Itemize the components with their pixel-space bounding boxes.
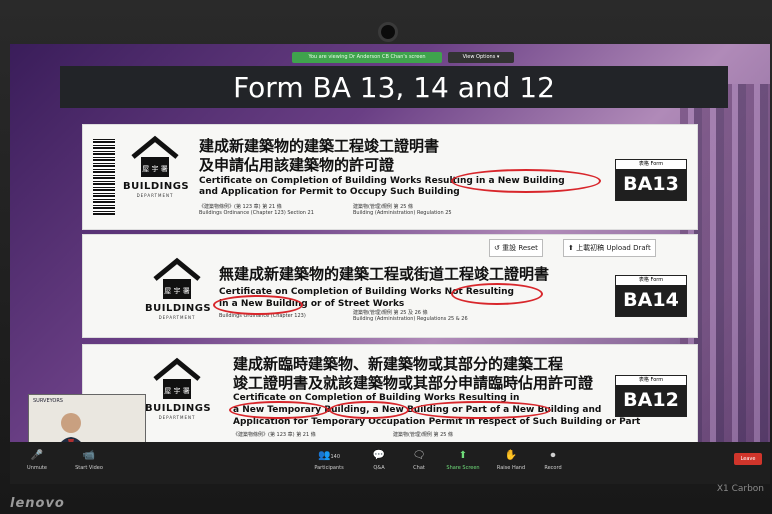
- upload-draft-button[interactable]: ⬆ 上載初稿 Upload Draft: [563, 239, 656, 257]
- share-screen-icon: ⬆: [458, 450, 468, 461]
- form-code: BA13: [616, 169, 686, 200]
- red-highlight-circle: [451, 283, 543, 305]
- share-screen-button[interactable]: ⬆ Share Screen: [440, 450, 486, 471]
- ref-cn-right: 建築物(管理)規例 第 25 條: [353, 204, 414, 210]
- buildings-department-logo: 屋 宇 署 BUILDINGS DEPARTMENT: [123, 135, 189, 205]
- form-card-ba14: ↺ 重設 Reset ⬆ 上載初稿 Upload Draft 屋 宇 署 BUI…: [82, 234, 698, 338]
- form-code-badge: 表格 Form BA13: [615, 159, 687, 201]
- form-title-cn-2: 及申請佔用該建築物的許可證: [199, 156, 395, 174]
- reset-button[interactable]: ↺ 重設 Reset: [489, 239, 543, 257]
- form-title-cn-2: 竣工證明書及就該建築物或其部分申請臨時佔用許可證: [233, 374, 594, 392]
- red-highlight-circle: [229, 401, 329, 419]
- form-card-ba12: 屋 宇 署 BUILDINGS DEPARTMENT 建成新臨時建築物、新建築物…: [82, 344, 698, 456]
- start-video-button[interactable]: 📹 Start Video: [66, 450, 112, 471]
- red-highlight-circle: [329, 401, 409, 419]
- raise-hand-button[interactable]: ✋ Raise Hand: [488, 450, 534, 471]
- form-code: BA12: [616, 385, 686, 416]
- ref-cn-right: 建築物(管理)規例 第 25 條: [393, 432, 454, 438]
- leave-button[interactable]: Leave: [734, 453, 762, 465]
- chat-icon: 🗨: [412, 450, 426, 461]
- upload-icon: ⬆: [568, 244, 577, 252]
- model-label: X1 Carbon: [716, 484, 764, 494]
- slide-title: Form BA 13, 14 and 12: [233, 70, 555, 104]
- house-logo-icon: 屋 宇 署: [131, 135, 179, 177]
- form-title-cn-1: 建成新建築物的建築工程竣工證明書: [199, 137, 440, 155]
- svg-text:屋 宇 署: 屋 宇 署: [164, 286, 189, 295]
- form-title-cn-1: 無建成新建築物的建築工程或街道工程竣工證明書: [219, 265, 550, 283]
- reset-icon: ↺: [494, 244, 503, 252]
- ref-cn-right: 建築物(管理)規例 第 25 及 26 條: [353, 310, 428, 316]
- ref-en-left: Buildings Ordinance (Chapter 123) Sectio…: [199, 210, 314, 216]
- barcode-icon: [93, 139, 115, 215]
- form-card-ba13: 屋 宇 署 BUILDINGS DEPARTMENT 建成新建築物的建築工程竣工…: [82, 124, 698, 230]
- webcam-icon: [378, 22, 398, 42]
- house-logo-icon: 屋 宇 署: [153, 357, 201, 399]
- red-highlight-circle: [451, 169, 601, 193]
- video-icon: 📹: [82, 450, 96, 461]
- red-highlight-circle: [213, 295, 303, 315]
- record-icon: ⏺: [550, 450, 556, 461]
- form-title-cn-1: 建成新臨時建築物、新建築物或其部分的建築工程: [233, 355, 564, 373]
- buildings-department-logo: 屋 宇 署 BUILDINGS DEPARTMENT: [145, 257, 211, 327]
- participants-button[interactable]: 👥140 Participants: [306, 450, 352, 471]
- ref-en-right: Building (Administration) Regulations 25…: [353, 316, 468, 322]
- ref-en-right: Building (Administration) Regulation 25: [353, 210, 452, 216]
- ref-cn-left: 《建築物條例》(第 123 章) 第 21 條: [199, 204, 282, 210]
- microphone-icon: 🎤: [30, 450, 44, 461]
- lenovo-logo: lenovo: [10, 496, 65, 511]
- record-button[interactable]: ⏺ Record: [530, 450, 576, 471]
- share-notice: You are viewing Dr Anderson CB Chan's sc…: [292, 52, 442, 63]
- red-highlight-circle: [411, 401, 551, 419]
- view-options-button[interactable]: View Options ▾: [448, 52, 514, 63]
- form-code-badge: 表格 Form BA14: [615, 275, 687, 317]
- chat-button[interactable]: 🗨 Chat: [396, 450, 442, 471]
- form-code-badge: 表格 Form BA12: [615, 375, 687, 417]
- participants-icon: 👥140: [318, 450, 340, 461]
- house-logo-icon: 屋 宇 署: [153, 257, 201, 299]
- svg-text:屋 宇 署: 屋 宇 署: [164, 386, 189, 395]
- form-title-en-2: and Application for Permit to Occupy Suc…: [199, 187, 460, 197]
- slide-title-bar: Form BA 13, 14 and 12: [60, 66, 728, 108]
- raise-hand-icon: ✋: [504, 450, 518, 461]
- ref-cn-left: 《建築物條例》(第 123 章) 第 21 條: [233, 432, 316, 438]
- zoom-screen: You are viewing Dr Anderson CB Chan's sc…: [10, 44, 770, 484]
- form-code: BA14: [616, 285, 686, 316]
- speaker-org: SURVEYORS: [33, 398, 63, 404]
- unmute-button[interactable]: 🎤 Unmute: [14, 450, 60, 471]
- buildings-department-logo: 屋 宇 署 BUILDINGS DEPARTMENT: [145, 357, 211, 427]
- meeting-toolbar: 🎤 Unmute 📹 Start Video 👥140 Participants 💬 Q…: [10, 442, 770, 484]
- svg-text:屋 宇 署: 屋 宇 署: [142, 164, 167, 173]
